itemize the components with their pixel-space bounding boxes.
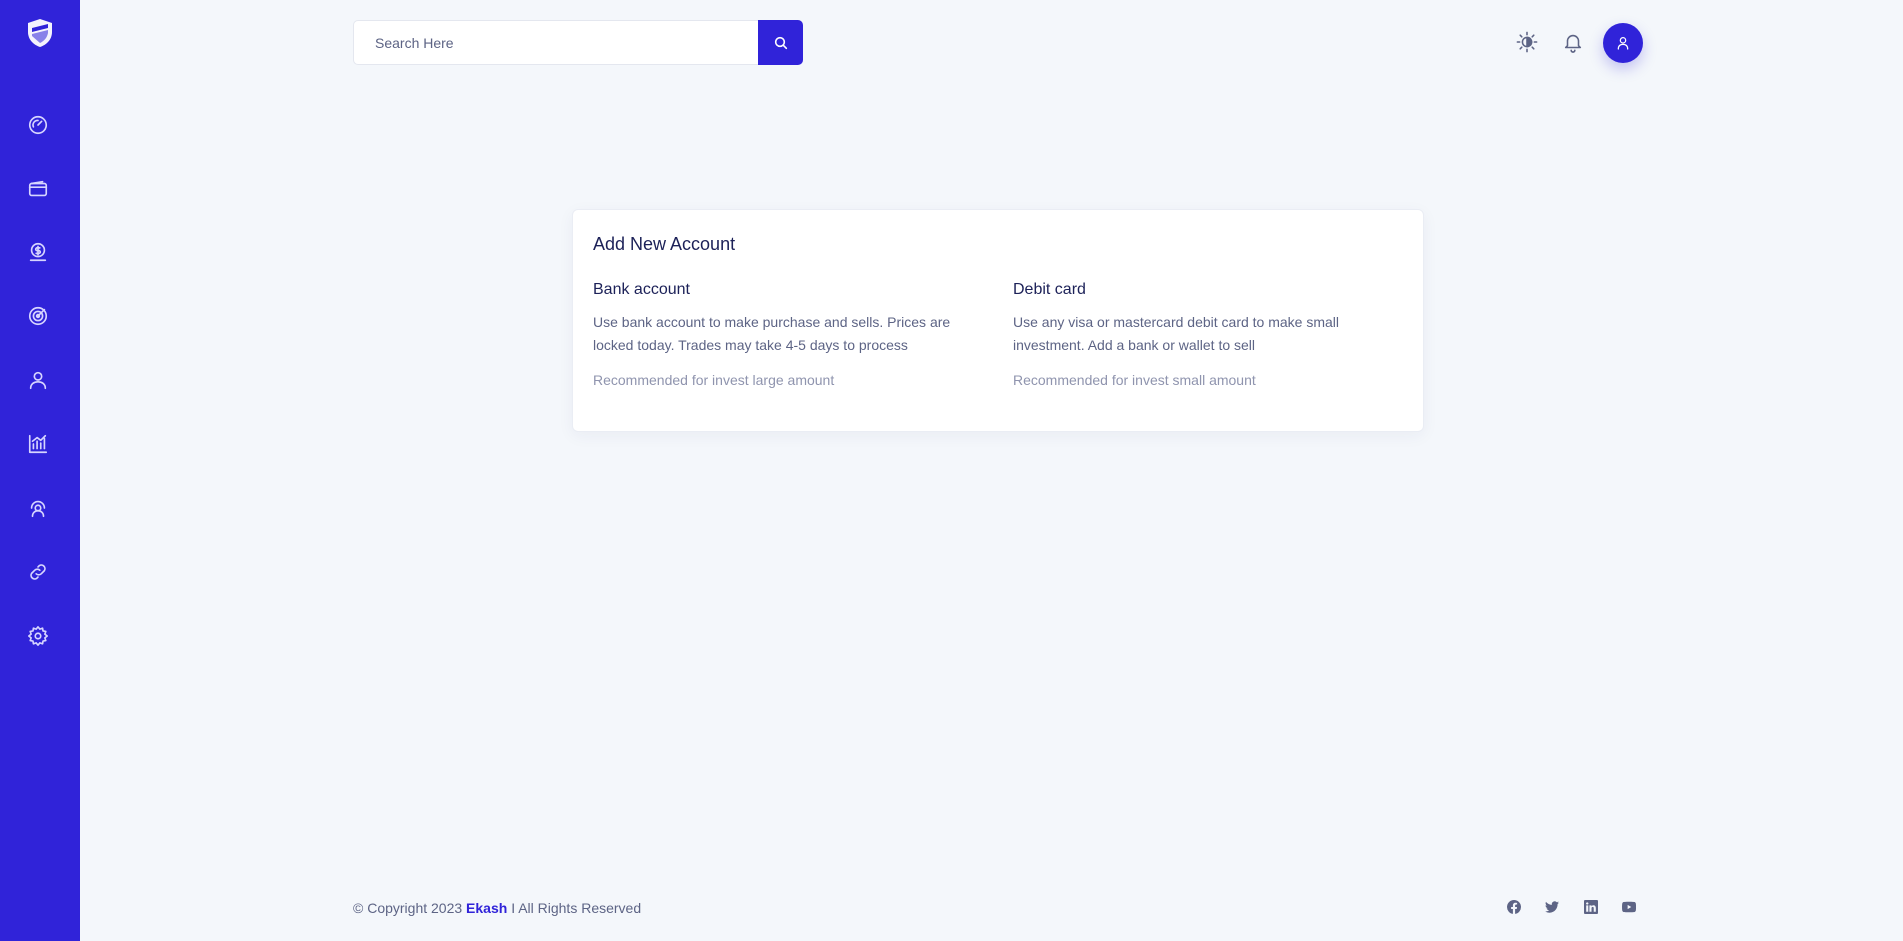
shield-logo-icon[interactable]: [24, 17, 56, 49]
option-recommendation: Recommended for invest small amount: [1013, 372, 1256, 388]
search-button[interactable]: [758, 20, 803, 65]
theme-toggle-icon: [1516, 31, 1538, 53]
bar-chart-icon: [28, 434, 48, 454]
bank-account-option[interactable]: Bank account Use bank account to make pu…: [593, 281, 978, 388]
user-icon: [1617, 37, 1629, 50]
notifications-button[interactable]: [1561, 30, 1585, 54]
rights-text: I All Rights Reserved: [511, 900, 642, 916]
youtube-link[interactable]: [1621, 899, 1637, 915]
option-title: Debit card: [1013, 281, 1086, 298]
twitter-link[interactable]: [1544, 899, 1560, 915]
debit-card-option[interactable]: Debit card Use any visa or mastercard de…: [1013, 281, 1398, 388]
search-input[interactable]: [353, 20, 759, 65]
sidebar-item-support[interactable]: [24, 494, 52, 522]
option-description: Use bank account to make purchase and se…: [593, 314, 951, 353]
wallet-icon: [28, 180, 48, 197]
theme-toggle-button[interactable]: [1515, 30, 1539, 54]
footer-copyright: © Copyright 2023 Ekash I All Rights Rese…: [353, 900, 641, 916]
dollar-coin-icon: [29, 242, 47, 262]
option-title: Bank account: [593, 281, 690, 298]
sidebar-item-payments[interactable]: [24, 238, 52, 266]
sidebar-item-goals[interactable]: [24, 302, 52, 330]
link-icon: [30, 564, 46, 580]
option-description: Use any visa or mastercard debit card to…: [1013, 314, 1340, 353]
target-icon: [28, 306, 48, 326]
bell-icon: [1564, 34, 1582, 53]
sidebar-item-settings[interactable]: [24, 622, 52, 650]
twitter-icon: [1545, 901, 1559, 913]
option-recommendation: Recommended for invest large amount: [593, 372, 835, 388]
copyright-text: © Copyright 2023: [353, 900, 463, 916]
youtube-icon: [1622, 901, 1636, 913]
user-icon: [29, 371, 47, 390]
sidebar: [0, 0, 80, 941]
linkedin-icon: [1584, 900, 1598, 914]
facebook-icon: [1507, 900, 1521, 914]
brand-link[interactable]: Ekash: [466, 900, 507, 916]
search-bar: [353, 20, 803, 65]
sidebar-item-analytics[interactable]: [24, 430, 52, 458]
headset-icon: [30, 500, 46, 518]
search-icon: [774, 36, 787, 49]
sidebar-item-links[interactable]: [24, 558, 52, 586]
sidebar-item-dashboard[interactable]: [24, 111, 52, 139]
facebook-link[interactable]: [1506, 899, 1522, 915]
gear-icon: [28, 626, 48, 646]
user-avatar-button[interactable]: [1603, 23, 1643, 63]
sidebar-item-wallet[interactable]: [24, 175, 52, 203]
speedometer-icon: [28, 115, 48, 135]
linkedin-link[interactable]: [1583, 899, 1599, 915]
add-account-card: Add New Account Bank account Use bank ac…: [572, 209, 1424, 432]
card-title: Add New Account: [593, 234, 736, 254]
sidebar-item-profile[interactable]: [24, 366, 52, 394]
